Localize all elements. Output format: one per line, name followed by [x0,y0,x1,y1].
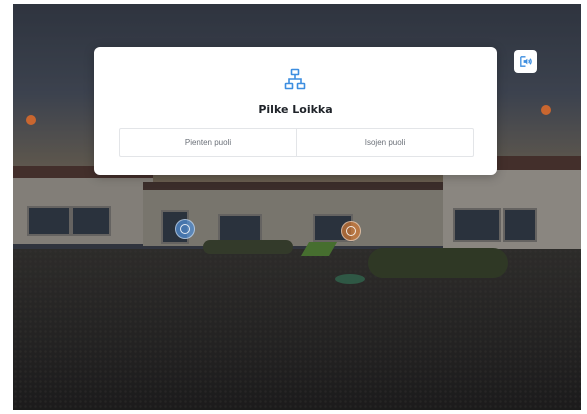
marker-dot-right[interactable] [541,105,551,115]
navigation-hotspot-icon[interactable] [175,219,195,239]
area-selection-dialog: Pilke Loikka Pienten puoli Isojen puoli [94,47,497,175]
audio-description-button[interactable] [514,50,537,73]
audio-description-icon [520,56,532,67]
navigation-hotspot-icon[interactable] [341,221,361,241]
dialog-title: Pilke Loikka [258,103,333,116]
marker-dot-left[interactable] [26,115,36,125]
area-button-group: Pienten puoli Isojen puoli [119,128,474,157]
small-side-button[interactable]: Pienten puoli [120,129,296,156]
big-side-button[interactable]: Isojen puoli [296,129,473,156]
sitemap-icon [284,68,306,90]
